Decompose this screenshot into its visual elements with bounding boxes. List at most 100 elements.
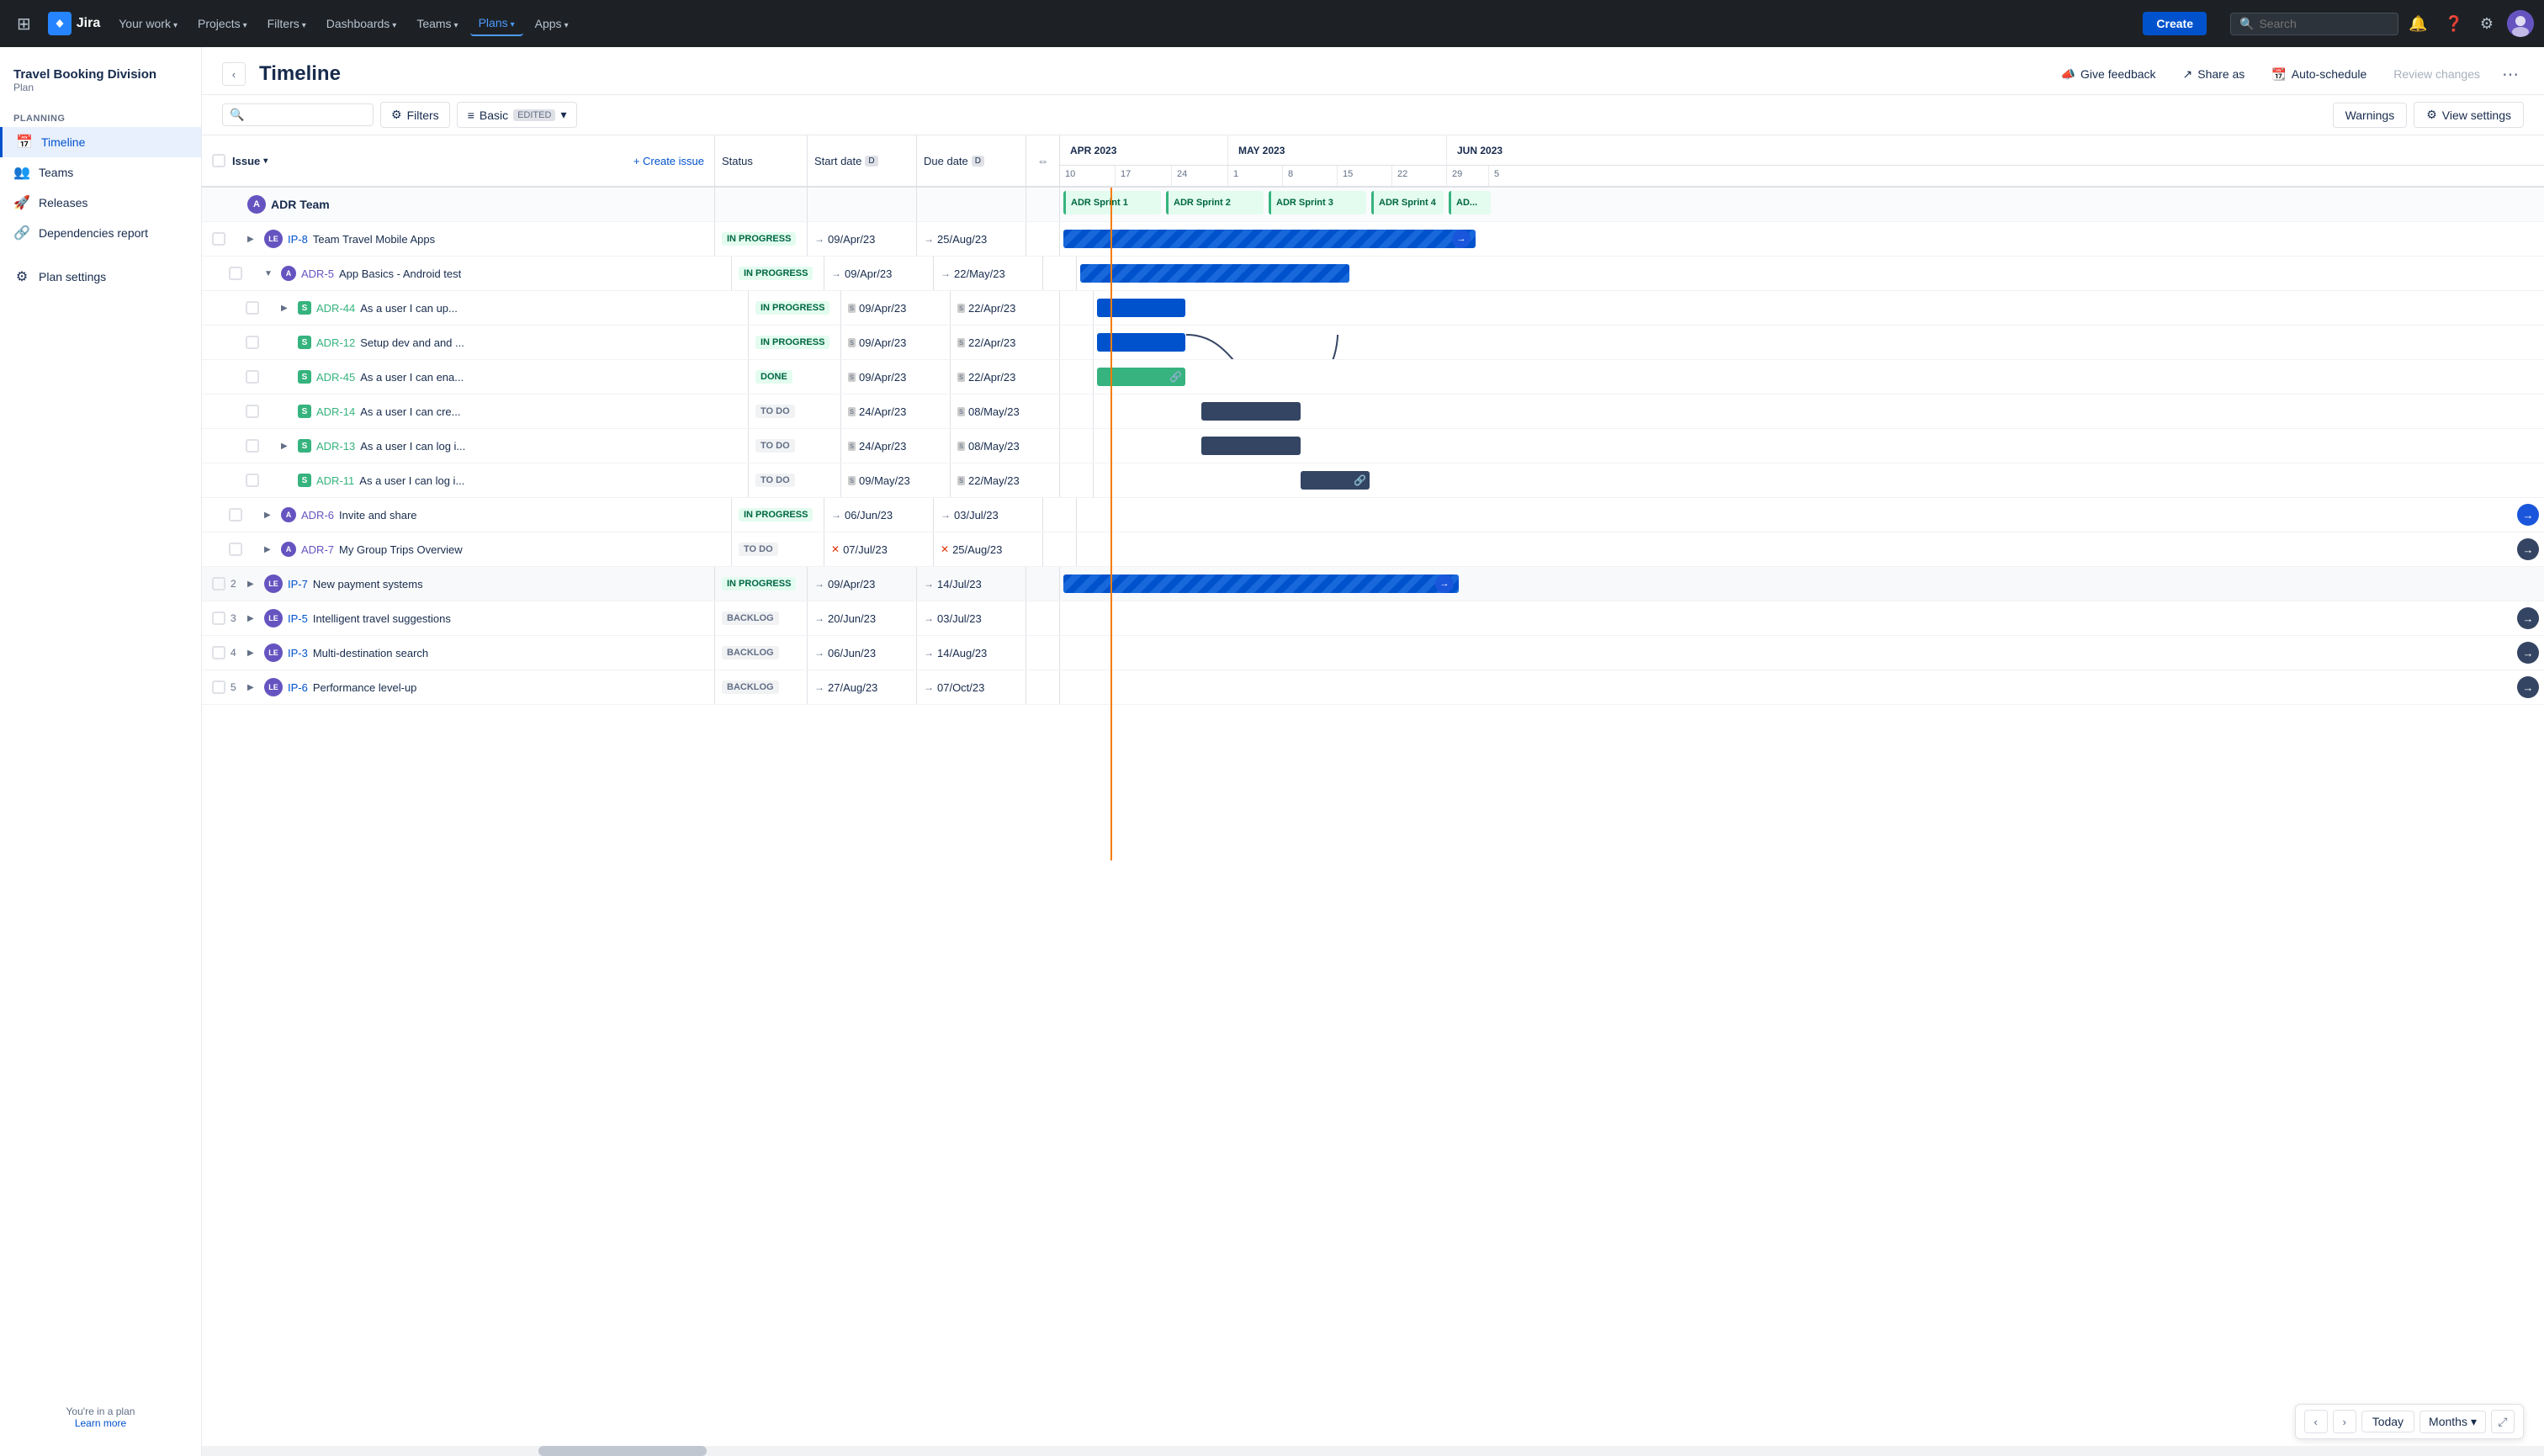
expand-col[interactable]: [1026, 567, 1060, 601]
row-checkbox[interactable]: [212, 232, 225, 246]
expand-arrow[interactable]: ▶: [247, 580, 259, 589]
expand-arrow[interactable]: ▶: [264, 545, 276, 554]
expand-arrow[interactable]: ▼: [264, 269, 276, 278]
avatar[interactable]: [2507, 10, 2534, 37]
nav-projects[interactable]: Projects▾: [189, 12, 256, 35]
row-checkbox[interactable]: [246, 405, 259, 418]
row-checkbox[interactable]: [212, 646, 225, 659]
nav-filters[interactable]: Filters▾: [259, 12, 315, 35]
toolbar-search-input[interactable]: [247, 109, 357, 122]
expand-arrow[interactable]: ▶: [247, 683, 259, 692]
nav-dashboards[interactable]: Dashboards▾: [318, 12, 405, 35]
expand-arrow[interactable]: ▶: [264, 511, 276, 520]
row-checkbox[interactable]: [246, 370, 259, 384]
expand-arrow[interactable]: ▶: [281, 304, 293, 313]
sprint-adr-1[interactable]: ADR Sprint 1: [1063, 191, 1161, 214]
expand-col[interactable]: [1043, 532, 1077, 566]
nav-teams[interactable]: Teams▾: [408, 12, 466, 35]
sprint-adr-3[interactable]: ADR Sprint 3: [1269, 191, 1366, 214]
nav-apps[interactable]: Apps▾: [527, 12, 577, 35]
row-checkbox[interactable]: [212, 577, 225, 590]
sidebar-item-plan-settings[interactable]: ⚙ Plan settings: [0, 262, 201, 292]
horizontal-scrollbar-thumb[interactable]: [538, 1446, 707, 1456]
create-button[interactable]: Create: [2143, 12, 2207, 35]
row-checkbox[interactable]: [229, 508, 242, 522]
notifications-icon[interactable]: 🔔: [2402, 8, 2434, 40]
horizontal-scrollbar-track[interactable]: [202, 1446, 2544, 1456]
issue-key[interactable]: ADR-11: [316, 474, 354, 487]
timeline-container[interactable]: Issue ▾ + Create issue Status Start date…: [202, 135, 2544, 1456]
sidebar-item-timeline[interactable]: 📅 Timeline: [0, 127, 201, 157]
gantt-bar[interactable]: →: [1063, 230, 1476, 248]
row-checkbox[interactable]: [212, 680, 225, 694]
issue-key[interactable]: ADR-7: [301, 543, 334, 556]
expand-arrow[interactable]: ▶: [247, 235, 259, 244]
issue-key[interactable]: IP-6: [288, 681, 308, 694]
gantt-bar[interactable]: [1201, 437, 1301, 455]
sprint-adr-5[interactable]: AD...: [1449, 191, 1491, 214]
expand-col[interactable]: [1060, 326, 1094, 359]
gantt-bar[interactable]: 🔗: [1301, 471, 1370, 490]
search-input[interactable]: [2259, 17, 2377, 30]
issue-key[interactable]: ADR-44: [316, 302, 355, 315]
warnings-button[interactable]: Warnings: [2333, 103, 2408, 128]
toolbar-search[interactable]: 🔍: [222, 103, 374, 126]
expand-col[interactable]: [1060, 463, 1094, 497]
auto-schedule-button[interactable]: 📆 Auto-schedule: [2261, 62, 2377, 87]
row-checkbox[interactable]: [246, 439, 259, 453]
view-mode-button[interactable]: ≡ Basic EDITED ▾: [457, 102, 578, 128]
issue-key[interactable]: ADR-14: [316, 405, 355, 418]
issue-key[interactable]: IP-5: [288, 612, 308, 625]
time-unit-dropdown[interactable]: Months ▾: [2419, 1411, 2486, 1433]
gantt-bar[interactable]: [1201, 402, 1301, 421]
row-checkbox[interactable]: [246, 336, 259, 349]
row-checkbox[interactable]: [246, 301, 259, 315]
row-checkbox[interactable]: [246, 474, 259, 487]
settings-icon[interactable]: ⚙: [2473, 8, 2500, 40]
jira-logo[interactable]: Jira: [41, 12, 107, 35]
issue-key[interactable]: IP-3: [288, 647, 308, 659]
filters-button[interactable]: ⚙ Filters: [380, 102, 450, 128]
expand-col[interactable]: [1026, 636, 1060, 670]
fullscreen-button[interactable]: ⤢: [2491, 1410, 2515, 1433]
expand-col[interactable]: [1043, 498, 1077, 532]
expand-col[interactable]: [1026, 670, 1060, 704]
nav-your-work[interactable]: Your work▾: [110, 12, 186, 35]
more-actions-button[interactable]: ⋯: [2497, 61, 2524, 87]
expand-arrow[interactable]: ▶: [281, 442, 293, 451]
scroll-next-button[interactable]: ›: [2333, 1410, 2356, 1433]
grid-icon[interactable]: ⊞: [10, 7, 38, 41]
expand-arrow[interactable]: ▶: [247, 614, 259, 623]
scroll-prev-button[interactable]: ‹: [2304, 1410, 2328, 1433]
expand-col[interactable]: [1060, 360, 1094, 394]
select-all-checkbox[interactable]: [212, 154, 225, 167]
expand-col[interactable]: [1060, 291, 1094, 325]
today-button[interactable]: Today: [2361, 1411, 2414, 1432]
sprint-adr-4[interactable]: ADR Sprint 4: [1371, 191, 1444, 214]
expand-arrow[interactable]: ▶: [247, 649, 259, 658]
learn-more-link[interactable]: Learn more: [75, 1417, 126, 1429]
issue-key[interactable]: ADR-12: [316, 336, 355, 349]
nav-plans[interactable]: Plans▾: [470, 11, 523, 36]
sprint-adr-2[interactable]: ADR Sprint 2: [1166, 191, 1264, 214]
help-icon[interactable]: ❓: [2437, 8, 2469, 40]
sidebar-item-releases[interactable]: 🚀 Releases: [0, 188, 201, 218]
create-issue-button[interactable]: + Create issue: [633, 155, 704, 167]
expand-col[interactable]: [1026, 222, 1060, 256]
issue-key[interactable]: ADR-45: [316, 371, 355, 384]
sidebar-item-dependencies[interactable]: 🔗 Dependencies report: [0, 218, 201, 248]
search-box[interactable]: 🔍: [2230, 13, 2398, 35]
issue-key[interactable]: ADR-5: [301, 267, 334, 280]
expand-col[interactable]: [1043, 257, 1077, 290]
expand-column-header[interactable]: ⇔: [1026, 135, 1060, 186]
give-feedback-button[interactable]: 📣 Give feedback: [2051, 62, 2166, 87]
collapse-sidebar-button[interactable]: ‹: [222, 62, 246, 86]
sprint-row-expand[interactable]: [1026, 188, 1060, 221]
share-as-button[interactable]: ↗ Share as: [2173, 62, 2255, 87]
issue-key[interactable]: ADR-6: [301, 509, 334, 522]
gantt-bar[interactable]: →: [1063, 574, 1459, 593]
expand-col[interactable]: [1026, 601, 1060, 635]
row-checkbox[interactable]: [229, 543, 242, 556]
issue-key[interactable]: IP-7: [288, 578, 308, 590]
expand-col[interactable]: [1060, 429, 1094, 463]
